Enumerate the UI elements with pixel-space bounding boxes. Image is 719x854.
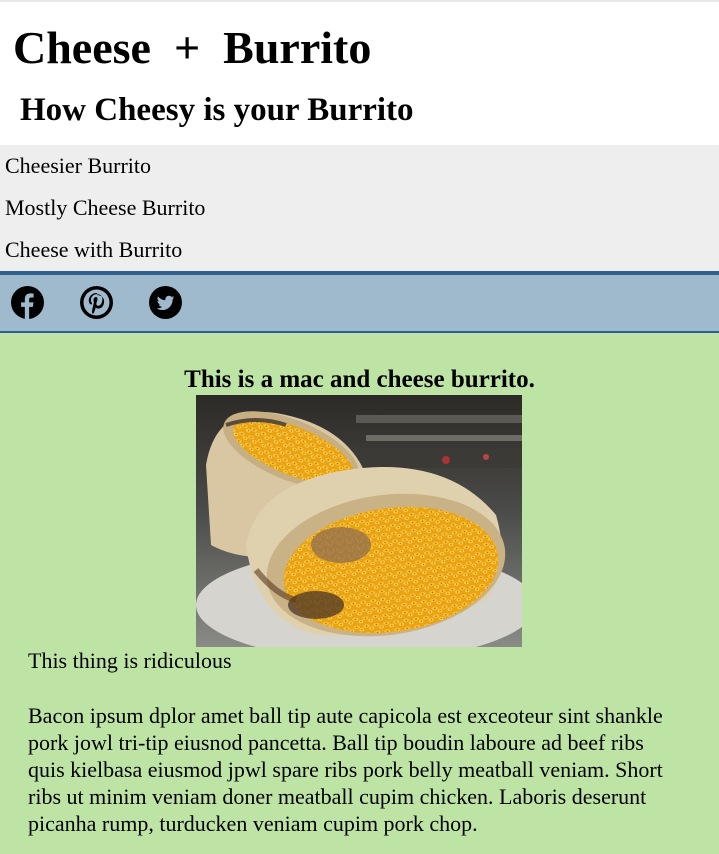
social-bar xyxy=(0,271,719,333)
body-line: ribs ut minim veniam doner meatball cupi… xyxy=(28,784,647,809)
body-line: pork jowl tri-tip eiusnod pancetta. Ball… xyxy=(28,730,644,755)
body-line: Bacon ipsum dplor amet ball tip aute cap… xyxy=(28,703,663,728)
site-header: Cheese + Burrito How Cheesy is your Burr… xyxy=(0,2,719,145)
site-title: Cheese + Burrito xyxy=(13,22,372,73)
tagline: This thing is ridiculous xyxy=(28,648,232,673)
nav-item-cheese-with-burrito[interactable]: Cheese with Burrito xyxy=(5,237,182,263)
nav-item-mostly-cheese-burrito[interactable]: Mostly Cheese Burrito xyxy=(5,195,205,221)
image-caption: This is a mac and cheese burrito. xyxy=(184,366,535,393)
site-subtitle: How Cheesy is your Burrito xyxy=(20,92,414,128)
twitter-icon[interactable] xyxy=(149,286,182,319)
main-content: This is a mac and cheese burrito. This t… xyxy=(0,333,719,854)
facebook-icon[interactable] xyxy=(11,286,44,319)
page: Cheese + Burrito How Cheesy is your Burr… xyxy=(0,0,719,854)
body-paragraph: Bacon ipsum dplor amet ball tip aute cap… xyxy=(28,702,719,837)
body-line: picanha rump, turducken veniam cupim por… xyxy=(28,811,478,836)
pinterest-icon[interactable] xyxy=(80,286,113,319)
nav-item-cheesier-burrito[interactable]: Cheesier Burrito xyxy=(5,153,151,179)
body-line: quis kielbasa eiusmod jpwl spare ribs po… xyxy=(28,757,663,782)
burrito-photo xyxy=(196,395,522,647)
nav-menu: Cheesier Burrito Mostly Cheese Burrito C… xyxy=(0,145,719,271)
